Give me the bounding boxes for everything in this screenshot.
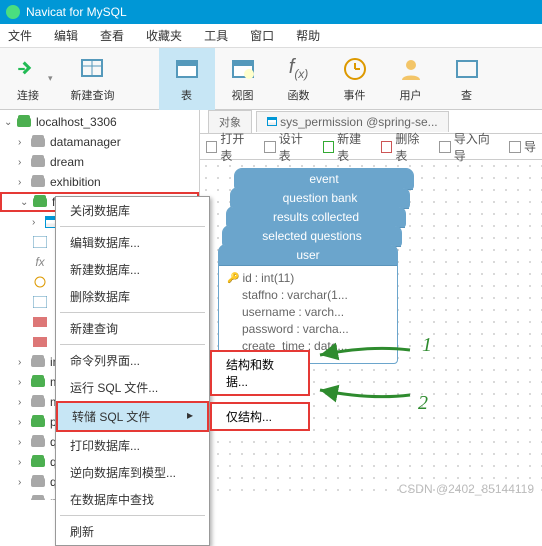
menubar: 文件 编辑 查看 收藏夹 工具 窗口 帮助 <box>0 24 542 48</box>
new-table-button[interactable]: 新建表 <box>323 130 371 164</box>
tree-db[interactable]: ›dream <box>0 152 199 172</box>
annotation-2: 2 <box>418 392 428 415</box>
menu-edit[interactable]: 编辑 <box>54 27 78 44</box>
key-icon: 🔑 <box>227 270 239 287</box>
ctx-cmd[interactable]: 命令列界面... <box>56 347 209 374</box>
view-button[interactable]: 视图 <box>215 48 271 110</box>
user-icon <box>397 55 425 83</box>
menu-help[interactable]: 帮助 <box>296 27 320 44</box>
grid-plus-icon <box>79 55 107 83</box>
content-area: 对象 sys_permission @spring-se... 打开表 设计表 … <box>200 110 542 500</box>
dropdown-icon[interactable]: ▾ <box>44 73 57 84</box>
design-table-button[interactable]: 设计表 <box>264 130 312 164</box>
table-icon <box>173 55 201 83</box>
menu-tools[interactable]: 工具 <box>204 27 228 44</box>
open-table-button[interactable]: 打开表 <box>206 130 254 164</box>
annotation-arrow-icon <box>310 340 430 420</box>
tree-db[interactable]: ›exhibition <box>0 172 199 192</box>
annotation-1: 1 <box>422 334 432 357</box>
plug-icon <box>14 55 42 83</box>
tree-db[interactable]: ›datamanager <box>0 132 199 152</box>
ctx-run-sql[interactable]: 运行 SQL 文件... <box>56 374 209 401</box>
submenu-structure-only[interactable]: 仅结构... <box>210 402 310 431</box>
delete-table-button[interactable]: 删除表 <box>381 130 429 164</box>
titlebar: Navicat for MySQL <box>0 0 542 24</box>
toolbar: 连接 ▾ 新建查询 表 视图 f(x) 函数 事件 用户 查 <box>0 48 542 110</box>
ctx-new-db[interactable]: 新建数据库... <box>56 256 209 283</box>
ctx-refresh[interactable]: 刷新 <box>56 518 209 545</box>
ctx-new-query[interactable]: 新建查询 <box>56 315 209 342</box>
diagram-area[interactable]: event question bank results collected se… <box>200 160 542 500</box>
export-button[interactable]: 导 <box>509 138 536 155</box>
ctx-dump-sql[interactable]: 转储 SQL 文件▸ <box>56 401 209 432</box>
ctx-delete-db[interactable]: 删除数据库 <box>56 283 209 310</box>
clock-icon <box>341 55 369 83</box>
ctx-print[interactable]: 打印数据库... <box>56 432 209 459</box>
menu-file[interactable]: 文件 <box>8 27 32 44</box>
function-button[interactable]: f(x) 函数 <box>271 48 327 110</box>
user-button[interactable]: 用户 <box>383 48 439 110</box>
query-button[interactable]: 查 <box>439 48 495 110</box>
app-logo-icon <box>6 5 20 19</box>
chevron-right-icon: ▸ <box>187 408 193 425</box>
grid-icon <box>453 55 481 83</box>
sub-toolbar: 打开表 设计表 新建表 删除表 导入向导 导 <box>200 134 542 160</box>
submenu-structure-data[interactable]: 结构和数据... <box>210 350 310 396</box>
menu-view[interactable]: 查看 <box>100 27 124 44</box>
table-button[interactable]: 表 <box>159 48 215 110</box>
window-title: Navicat for MySQL <box>26 5 127 19</box>
import-wizard-button[interactable]: 导入向导 <box>439 130 499 164</box>
event-button[interactable]: 事件 <box>327 48 383 110</box>
tree-root[interactable]: ⌄ localhost_3306 <box>0 112 199 132</box>
context-menu: 关闭数据库 编辑数据库... 新建数据库... 删除数据库 新建查询 命令列界面… <box>55 196 210 546</box>
fx-icon: f(x) <box>285 55 313 83</box>
card-header[interactable]: user <box>219 245 397 266</box>
ctx-reverse[interactable]: 逆向数据库到模型... <box>56 459 209 486</box>
menu-window[interactable]: 窗口 <box>250 27 274 44</box>
submenu: 结构和数据... 仅结构... <box>210 350 310 437</box>
watermark: CSDN @2402_85144119 <box>399 482 534 496</box>
view-icon <box>229 55 257 83</box>
newquery-button[interactable]: 新建查询 <box>57 48 129 110</box>
connect-button[interactable]: 连接 <box>0 48 44 110</box>
menu-fav[interactable]: 收藏夹 <box>146 27 182 44</box>
ctx-close-db[interactable]: 关闭数据库 <box>56 197 209 224</box>
ctx-edit-db[interactable]: 编辑数据库... <box>56 229 209 256</box>
